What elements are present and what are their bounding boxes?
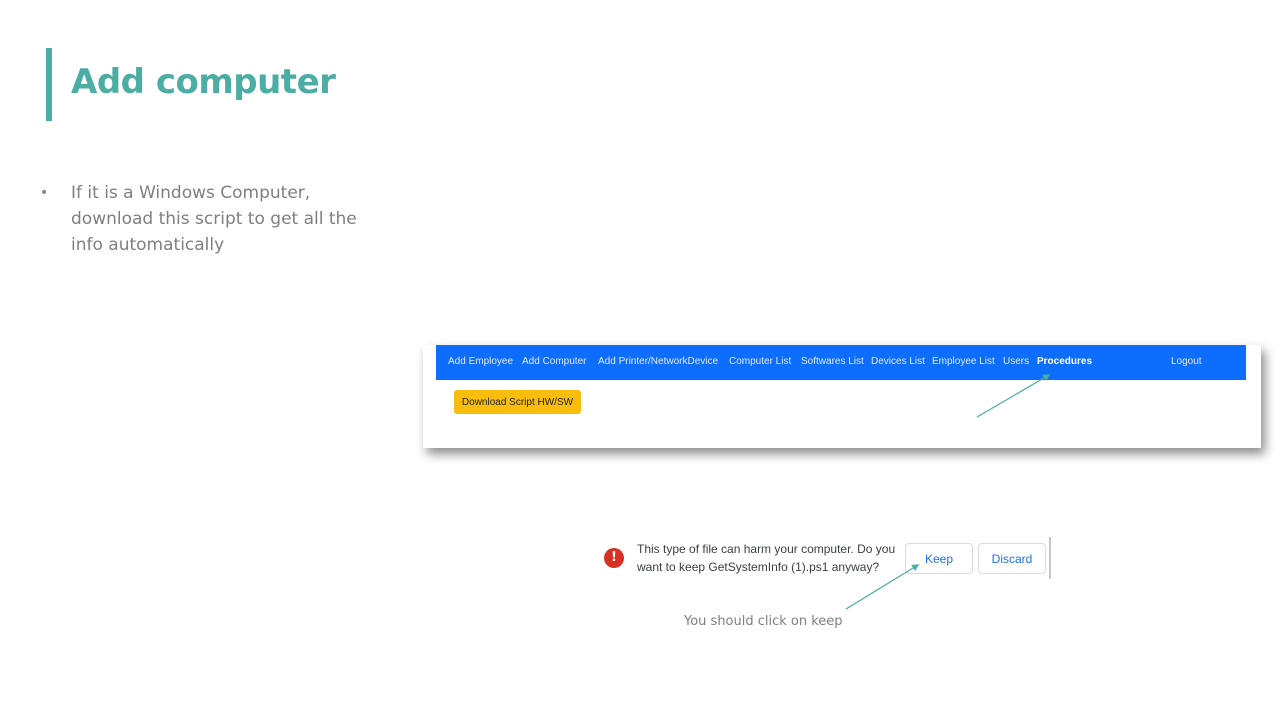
nav-item-devices-list[interactable]: Devices List <box>871 356 925 367</box>
warning-icon: ! <box>604 548 624 568</box>
keep-caption: You should click on keep <box>684 614 843 629</box>
download-script-button[interactable]: Download Script HW/SW <box>454 390 581 414</box>
nav-item-add-printer[interactable]: Add Printer/NetworkDevice <box>598 356 718 367</box>
bullet-item: • If it is a Windows Computer, download … <box>40 180 380 258</box>
nav-logout[interactable]: Logout <box>1171 356 1202 367</box>
nav-item-add-computer[interactable]: Add Computer <box>522 356 586 367</box>
keep-button[interactable]: Keep <box>905 543 973 574</box>
app-screenshot: Add Employee Add Computer Add Printer/Ne… <box>423 345 1261 448</box>
discard-button[interactable]: Discard <box>978 543 1046 574</box>
bullet-list: • If it is a Windows Computer, download … <box>40 180 380 258</box>
nav-item-computer-list[interactable]: Computer List <box>729 356 791 367</box>
download-warning-message: This type of file can harm your computer… <box>637 542 896 574</box>
nav-item-softwares-list[interactable]: Softwares List <box>801 356 864 367</box>
slide-title: Add computer <box>71 62 336 102</box>
nav-item-add-employee[interactable]: Add Employee <box>448 356 513 367</box>
navbar: Add Employee Add Computer Add Printer/Ne… <box>436 345 1246 380</box>
nav-item-employee-list[interactable]: Employee List <box>932 356 995 367</box>
download-bar-separator <box>1049 537 1051 579</box>
bullet-dot-icon: • <box>40 185 49 201</box>
bullet-text: If it is a Windows Computer, download th… <box>71 183 357 255</box>
nav-item-procedures[interactable]: Procedures <box>1037 356 1092 367</box>
nav-item-users[interactable]: Users <box>1003 356 1029 367</box>
title-accent-bar <box>46 48 52 121</box>
